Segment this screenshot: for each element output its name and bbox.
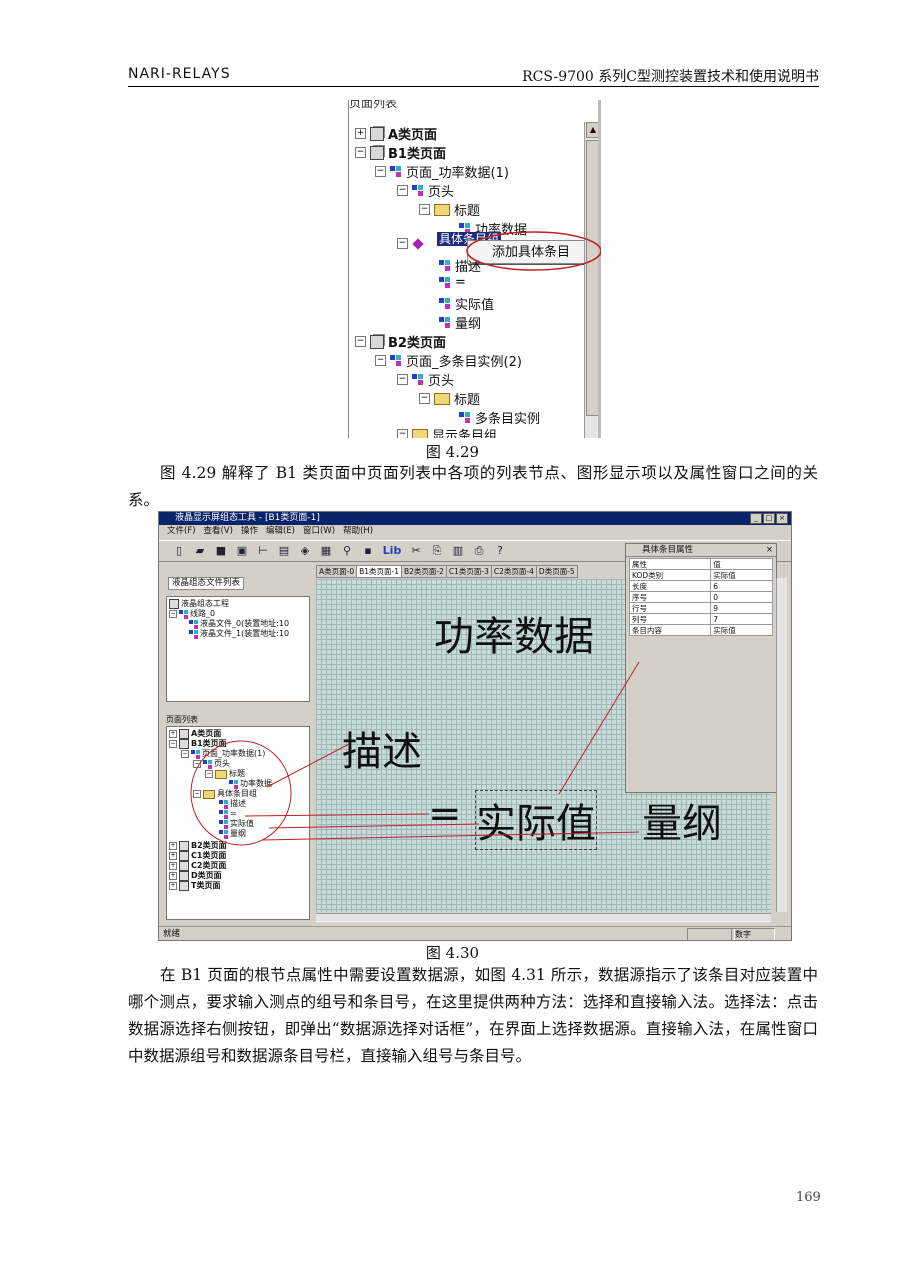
tree-node-header-2[interactable]: − 页头	[397, 370, 454, 389]
tree-node-title-2[interactable]: − 标题	[419, 389, 480, 408]
tree-node-value[interactable]: 实际值	[439, 294, 494, 313]
header-left: NARI-RELAYS	[128, 66, 231, 82]
node-icon	[412, 184, 424, 197]
node-icon	[390, 165, 402, 178]
tree-node-a[interactable]: + A类页面	[355, 124, 437, 143]
highlight-ellipse	[466, 231, 601, 271]
figure-4-29-caption: 图 4.29	[425, 443, 480, 461]
page-icon	[370, 145, 384, 160]
tree-node-display-group[interactable]: − 显示条目组	[397, 425, 497, 438]
node-icon	[412, 373, 424, 386]
expand-icon[interactable]: +	[355, 128, 366, 139]
collapse-icon[interactable]: −	[397, 429, 408, 438]
header-rule	[128, 86, 819, 87]
page-icon	[370, 126, 384, 141]
node-icon	[439, 297, 451, 310]
node-icon	[439, 316, 451, 329]
tree-node-eq[interactable]: =	[439, 275, 466, 290]
figure-4-29: 页面列表 + A类页面 − B1类页面 − 页面_功率数据(1) − 页头 − 标题 功率…	[348, 100, 601, 438]
status-num: 数字	[731, 928, 775, 940]
collapse-icon[interactable]: −	[419, 393, 430, 404]
collapse-icon[interactable]: −	[419, 204, 430, 215]
header-right: RCS-9700 系列C型测控装置技术和使用说明书	[522, 69, 819, 85]
tree-node-page-multi[interactable]: − 页面_多条目实例(2)	[375, 351, 522, 370]
tree-node-b1[interactable]: − B1类页面	[355, 143, 446, 162]
status-text: 就绪	[163, 929, 181, 939]
paragraph-2: 在 B1 页面的根节点属性中需要设置数据源，如图 4.31 所示，数据源指示了该…	[128, 966, 818, 1065]
page-icon	[370, 334, 384, 349]
collapse-icon[interactable]: −	[397, 185, 408, 196]
collapse-icon[interactable]: −	[355, 336, 366, 347]
node-icon	[439, 259, 451, 272]
folder-icon	[434, 392, 450, 405]
tree-node-b2[interactable]: − B2类页面	[355, 332, 446, 351]
node-icon	[439, 276, 451, 289]
status-cell-empty	[687, 928, 735, 940]
tree-node-title[interactable]: − 标题	[419, 200, 480, 219]
collapse-icon[interactable]: −	[397, 374, 408, 385]
node-icon	[459, 411, 471, 424]
collapse-icon[interactable]: −	[375, 166, 386, 177]
folder-icon	[434, 203, 450, 216]
collapse-icon[interactable]: −	[397, 238, 408, 249]
tree-node-header[interactable]: − 页头	[397, 181, 454, 200]
tree-node-page-power[interactable]: − 页面_功率数据(1)	[375, 162, 509, 181]
diamond-icon	[412, 237, 424, 250]
figure-4-30-caption: 图 4.30	[425, 944, 480, 962]
page-list-panel-title: 页面列表	[349, 100, 398, 110]
paragraph-1: 图 4.29 解释了 B1 类页面中页面列表中各项的列表节点、图形显示项以及属性…	[128, 464, 818, 509]
figure-4-30: 液晶显示屏组态工具 - [B1类页面-1] _ □ × 文件(F) 查看(V) …	[158, 511, 792, 941]
page-number: 169	[796, 1190, 821, 1205]
tree-node-item-group[interactable]: −	[397, 237, 424, 250]
folder-icon	[412, 428, 428, 438]
annotation-lines	[190, 661, 640, 846]
node-icon	[390, 354, 402, 367]
collapse-icon[interactable]: −	[375, 355, 386, 366]
status-bar: 就绪 数字	[159, 926, 791, 940]
tree-node-unit[interactable]: 量纲	[439, 313, 481, 332]
collapse-icon[interactable]: −	[355, 147, 366, 158]
